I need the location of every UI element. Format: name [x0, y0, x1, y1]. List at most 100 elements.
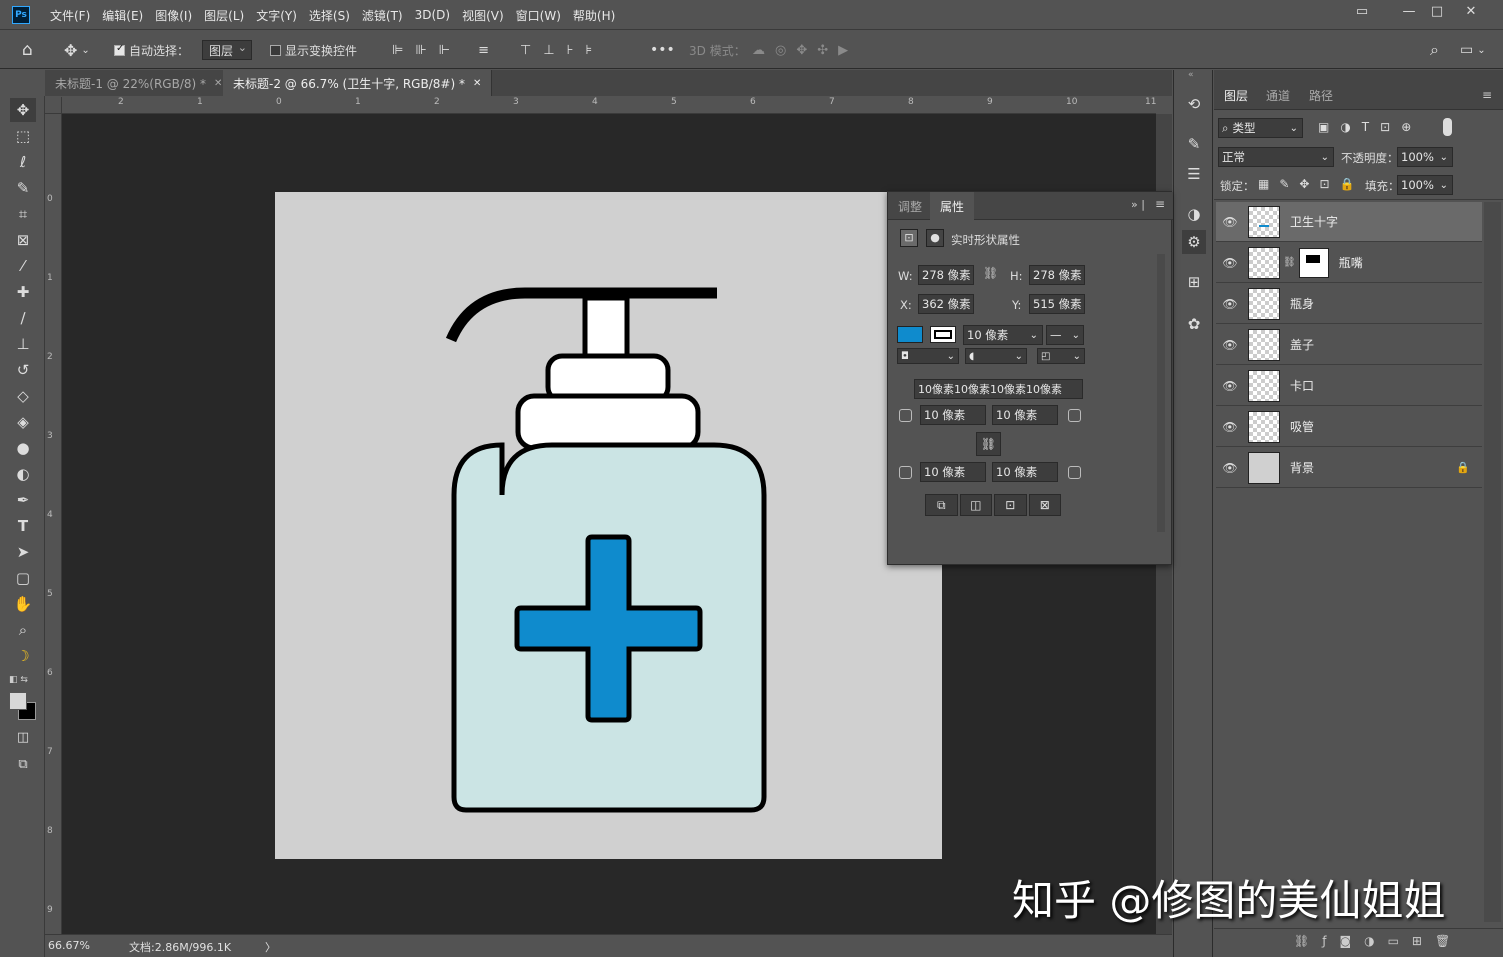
- pen-tool-icon[interactable]: ✒: [10, 488, 36, 512]
- show-transform-checkbox[interactable]: 显示变换控件: [270, 31, 357, 69]
- layer-name[interactable]: 瓶身: [1290, 295, 1314, 312]
- menu-type[interactable]: 文字(Y): [256, 7, 297, 24]
- menu-3d[interactable]: 3D(D): [415, 8, 450, 22]
- rectangle-tool-icon[interactable]: ▢: [10, 566, 36, 590]
- hand-tool-icon[interactable]: ✋: [10, 592, 36, 616]
- stroke-caps-dropdown[interactable]: ◖ ⌄: [965, 348, 1027, 364]
- link-corners-icon[interactable]: ⛓: [976, 432, 1001, 456]
- layer-name[interactable]: 背景: [1290, 459, 1314, 476]
- menu-view[interactable]: 视图(V): [462, 7, 504, 24]
- panel-menu-icon[interactable]: ≡: [1155, 197, 1165, 211]
- lock-icons[interactable]: ▦✎✥⊡🔒: [1258, 177, 1364, 191]
- layer-name[interactable]: 瓶嘴: [1339, 254, 1363, 271]
- fill-field[interactable]: 100% ⌄: [1397, 175, 1453, 195]
- quick-select-tool-icon[interactable]: ✎: [10, 176, 36, 200]
- path-select-tool-icon[interactable]: ➤: [10, 540, 36, 564]
- align-icons[interactable]: ⊫⊪⊩ ≡: [392, 31, 501, 69]
- quick-mask-icon[interactable]: ◫: [10, 725, 36, 749]
- move-tool-preset-icon[interactable]: ✥ ⌄: [64, 31, 90, 69]
- history-brush-tool-icon[interactable]: ↺: [10, 358, 36, 382]
- home-icon[interactable]: ⌂: [22, 31, 33, 69]
- eye-icon[interactable]: 👁: [1216, 420, 1244, 434]
- tab-channels[interactable]: 通道: [1266, 83, 1290, 107]
- maximize-button[interactable]: □: [1418, 0, 1456, 22]
- clone-stamp-tool-icon[interactable]: ⊥: [10, 332, 36, 356]
- x-field[interactable]: 362 像素: [918, 294, 974, 314]
- eye-icon[interactable]: 👁: [1216, 215, 1244, 229]
- layer-name[interactable]: 盖子: [1290, 336, 1314, 353]
- eyedropper-tool-icon[interactable]: ⁄: [10, 254, 36, 278]
- frame-tool-icon[interactable]: ⊠: [10, 228, 36, 252]
- width-field[interactable]: 278 像素: [918, 265, 974, 285]
- layer-footer-icons[interactable]: ⛓ƒ◙◑▭⊞🗑: [1294, 934, 1463, 948]
- tab-properties[interactable]: 属性: [930, 192, 975, 220]
- grid-icon[interactable]: ⊞: [1182, 270, 1206, 294]
- collapse-icon[interactable]: «: [1188, 70, 1194, 80]
- menu-window[interactable]: 窗口(W): [516, 7, 561, 24]
- eye-icon[interactable]: 👁: [1216, 256, 1244, 270]
- menu-edit[interactable]: 编辑(E): [102, 7, 143, 24]
- healing-brush-tool-icon[interactable]: ✚: [10, 280, 36, 304]
- opacity-field[interactable]: 100% ⌄: [1397, 147, 1453, 167]
- layer-row[interactable]: 👁 盖子: [1216, 325, 1482, 365]
- layer-row[interactable]: 👁 ⛓ 瓶嘴: [1216, 243, 1482, 283]
- layers-menu-icon[interactable]: ≡: [1482, 88, 1492, 102]
- menu-select[interactable]: 选择(S): [309, 7, 350, 24]
- filter-toggle[interactable]: [1443, 118, 1452, 136]
- layer-row[interactable]: 👁 吸管: [1216, 407, 1482, 447]
- foreground-color-swatch[interactable]: [9, 692, 27, 710]
- tab-adjustments[interactable]: 调整: [888, 192, 932, 220]
- zoom-tool-icon[interactable]: ⌕: [10, 618, 36, 642]
- fill-color-swatch[interactable]: [897, 326, 923, 343]
- distribute-icons[interactable]: ⊤⊥⊦⊧: [520, 31, 604, 69]
- lasso-tool-icon[interactable]: ℓ: [10, 150, 36, 174]
- layer-name[interactable]: 吸管: [1290, 418, 1314, 435]
- document-canvas[interactable]: [275, 192, 942, 859]
- auto-select-dropdown[interactable]: 图层: [202, 40, 253, 60]
- layer-row[interactable]: 👁 瓶身: [1216, 284, 1482, 324]
- stroke-align-dropdown[interactable]: ◘ ⌄: [897, 348, 959, 364]
- layer-row[interactable]: 👁 卡口: [1216, 366, 1482, 406]
- intersect-shapes-icon[interactable]: ⊡: [994, 494, 1027, 516]
- tab-paths[interactable]: 路径: [1309, 83, 1333, 107]
- workspace-icon[interactable]: ▭ ⌄: [1460, 31, 1486, 69]
- tab-layers[interactable]: 图层: [1224, 83, 1248, 107]
- banana-icon[interactable]: ☽: [10, 644, 36, 668]
- eye-icon[interactable]: 👁: [1216, 461, 1244, 475]
- subtract-shapes-icon[interactable]: ◫: [959, 494, 992, 516]
- blend-mode-dropdown[interactable]: 正常 ⌄: [1218, 147, 1334, 167]
- eraser-tool-icon[interactable]: ◇: [10, 384, 36, 408]
- layer-name[interactable]: 卫生十字: [1290, 213, 1338, 230]
- blur-tool-icon[interactable]: ●: [10, 436, 36, 460]
- close-window-button[interactable]: ✕: [1452, 0, 1490, 22]
- lock-icon[interactable]: 🔒: [1456, 461, 1470, 474]
- corner-radius-all-field[interactable]: 10像素10像素10像素10像素: [914, 379, 1083, 399]
- layer-row[interactable]: 👁 背景 🔒: [1216, 448, 1482, 488]
- layer-filter-dropdown[interactable]: ⌕ 类型 ⌄: [1218, 118, 1303, 138]
- tab-document-2[interactable]: 未标题-2 @ 66.7% (卫生十字, RGB/8#) * ✕: [223, 70, 493, 96]
- brush-tool-icon[interactable]: ∕: [10, 306, 36, 330]
- search-icon[interactable]: ⌕: [1430, 31, 1439, 69]
- menu-filter[interactable]: 滤镜(T): [362, 7, 403, 24]
- combine-shapes-icon[interactable]: ⧉: [925, 494, 958, 516]
- menu-image[interactable]: 图像(I): [155, 7, 192, 24]
- y-field[interactable]: 515 像素: [1029, 294, 1085, 314]
- stroke-corners-dropdown[interactable]: ◰ ⌄: [1037, 348, 1085, 364]
- link-dimensions-icon[interactable]: ⛓: [983, 266, 998, 280]
- screen-mode-icon[interactable]: ⧉: [10, 752, 36, 776]
- status-arrow-icon[interactable]: 〉: [265, 939, 276, 955]
- default-colors-icon[interactable]: ◧ ⇆: [9, 675, 28, 685]
- properties-scrollbar[interactable]: [1157, 254, 1165, 532]
- history-panel-icon[interactable]: ⟲: [1182, 92, 1206, 116]
- collapse-panel-icon[interactable]: » |: [1131, 198, 1145, 211]
- adjust-sliders-icon[interactable]: ☰: [1182, 162, 1206, 186]
- stroke-color-swatch[interactable]: [930, 326, 956, 343]
- menu-help[interactable]: 帮助(H): [573, 7, 615, 24]
- eye-icon[interactable]: 👁: [1216, 379, 1244, 393]
- eye-icon[interactable]: 👁: [1216, 338, 1244, 352]
- close-tab-icon[interactable]: ✕: [473, 78, 481, 89]
- more-options-icon[interactable]: •••: [650, 31, 675, 69]
- horizontal-ruler[interactable]: 2 1 0 1 2 3 4 5 6 7 8 9 10 11: [62, 97, 1156, 114]
- layer-name[interactable]: 卡口: [1290, 377, 1314, 394]
- brush-settings-icon[interactable]: ✎: [1182, 132, 1206, 156]
